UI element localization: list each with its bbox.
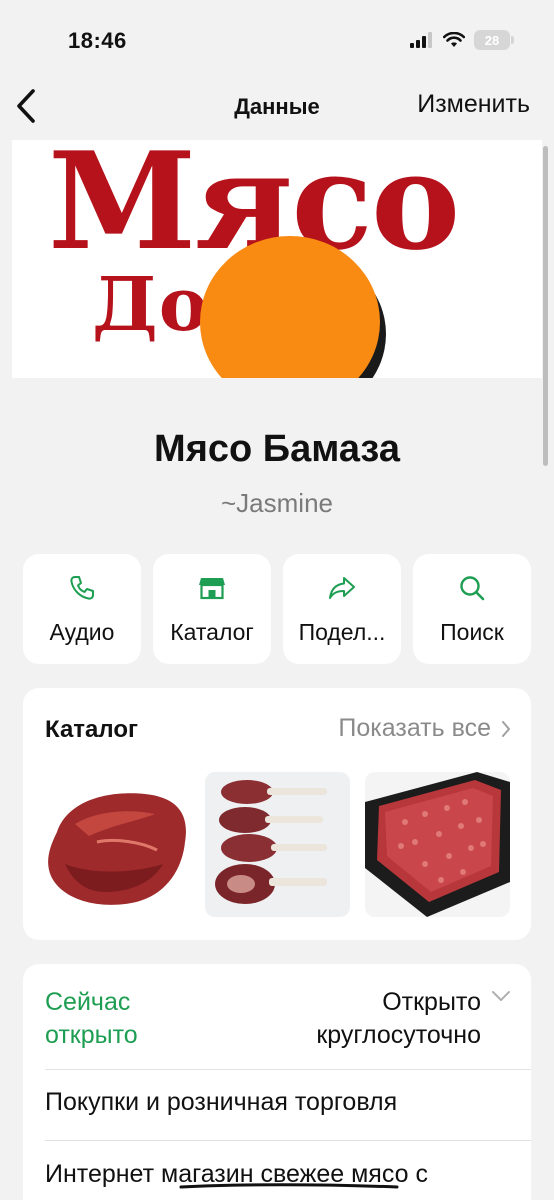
redaction-scribble (179, 1183, 399, 1189)
show-all-label: Показать все (338, 714, 491, 742)
catalog-card: Каталог Показать все (23, 688, 531, 940)
catalog-items (45, 772, 510, 917)
share-label: Подел... (298, 618, 386, 645)
business-cover-image: Мясо До ка (12, 140, 542, 378)
chevron-right-icon (502, 720, 510, 737)
status-bar: 18:46 28 (0, 0, 554, 80)
business-hours-row[interactable]: Сейчас открыто Открыто круглосуточно (23, 964, 531, 1069)
search-label: Поиск (440, 618, 504, 645)
action-buttons: Аудио Каталог Подел... Поиск (23, 554, 531, 664)
business-name: Мясо Бамаза (154, 428, 400, 470)
share-arrow-icon (329, 576, 355, 599)
catalog-item[interactable] (365, 772, 510, 917)
minced-meat-tray-image (365, 772, 510, 917)
open-status: Сейчас открыто (45, 988, 138, 1049)
status-time: 18:46 (68, 28, 127, 53)
catalog-label: Каталог (170, 618, 254, 645)
business-category: Покупки и розничная торговля (45, 1088, 398, 1116)
chevron-down-icon (492, 991, 510, 1001)
nav-bar: Данные Изменить (0, 80, 554, 136)
audio-call-label: Аудио (49, 618, 115, 645)
business-subtitle: ~Jasmine (221, 488, 333, 518)
catalog-item[interactable] (45, 772, 190, 917)
business-info-card: Сейчас открыто Открыто круглосуточно Пок… (23, 964, 531, 1200)
search-icon (460, 575, 485, 600)
phone-icon (70, 575, 94, 600)
catalog-button[interactable]: Каталог (153, 554, 271, 664)
search-button[interactable]: Поиск (413, 554, 531, 664)
battery-icon: 28 (474, 30, 514, 50)
catalog-title: Каталог (45, 716, 138, 743)
divider (45, 1069, 531, 1070)
status-indicators: 28 (410, 30, 514, 50)
share-button[interactable]: Подел... (283, 554, 401, 664)
audio-call-button[interactable]: Аудио (23, 554, 141, 664)
scroll-indicator (543, 146, 548, 466)
divider (45, 1140, 531, 1141)
battery-level: 28 (484, 32, 500, 48)
show-all-link[interactable]: Показать все (338, 714, 511, 743)
edit-button[interactable]: Изменить (417, 90, 530, 119)
storefront-icon (199, 577, 225, 599)
wifi-icon (443, 32, 465, 47)
hours-value: Открыто круглосуточно (316, 988, 481, 1049)
catalog-item[interactable] (205, 772, 350, 917)
signal-icon (410, 32, 432, 48)
raw-beef-cut-image (48, 793, 186, 905)
lamb-rack-chops-image (215, 780, 327, 904)
